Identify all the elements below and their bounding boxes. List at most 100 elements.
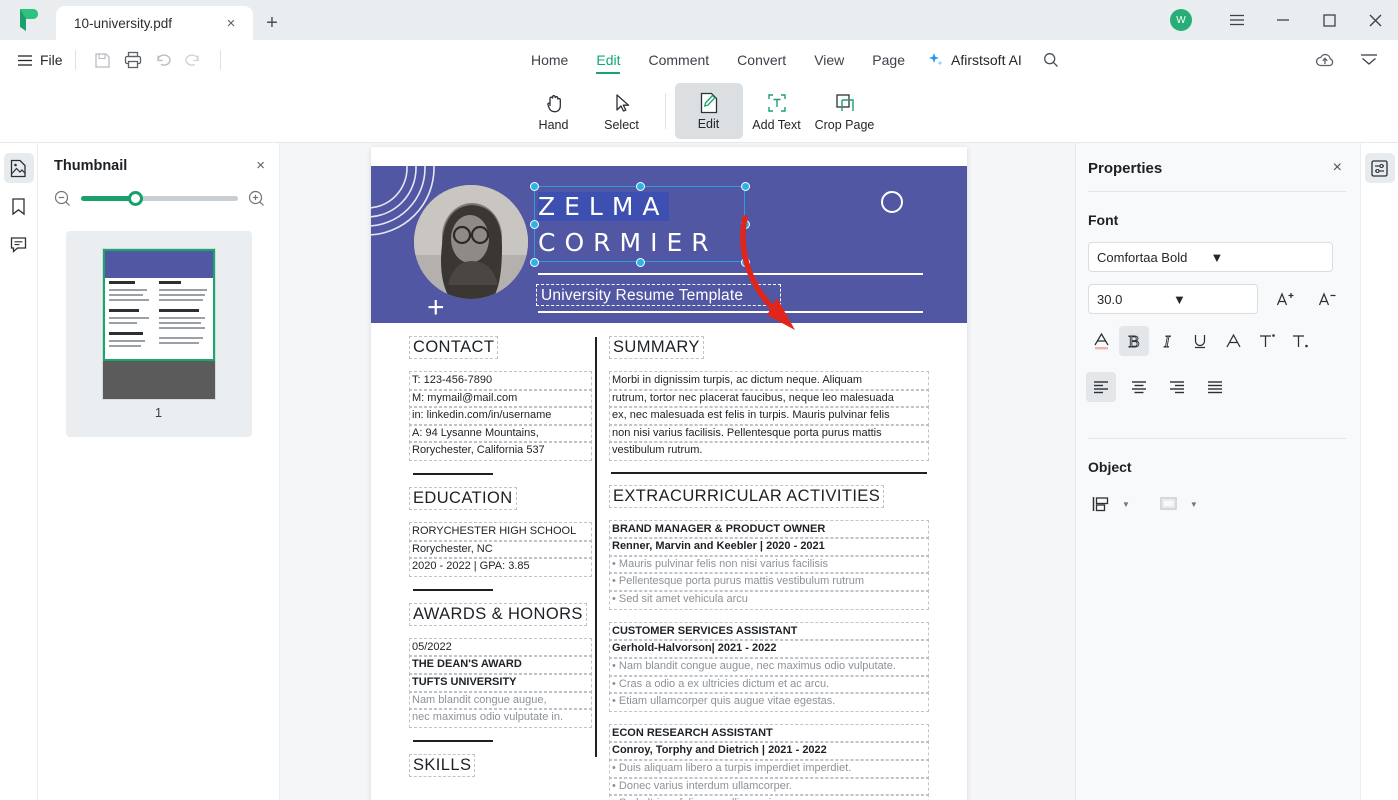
tab-comment[interactable]: Comment xyxy=(634,40,723,80)
contact-line-address-1[interactable]: A: 94 Lysanne Mountains, xyxy=(409,423,592,444)
align-left-button[interactable] xyxy=(1086,372,1116,402)
thumbnail-page-card[interactable]: 1 xyxy=(65,231,252,437)
close-window-button[interactable] xyxy=(1352,0,1398,40)
section-heading-skills[interactable]: SKILLS xyxy=(408,753,476,777)
chevron-down-icon[interactable]: ▼ xyxy=(1122,500,1130,509)
chevron-down-icon[interactable]: ▼ xyxy=(1190,500,1198,509)
slider-handle[interactable] xyxy=(128,191,144,206)
activity-2-bullet-3[interactable]: • Etiam ullamcorper quis augue vitae ege… xyxy=(609,692,929,712)
activity-3-org[interactable]: Conroy, Torphy and Dietrich | 2021 - 202… xyxy=(609,741,929,761)
increase-font-size-button[interactable] xyxy=(1270,284,1300,314)
file-menu-button[interactable]: File xyxy=(18,52,63,68)
summary-line-2[interactable]: rutrum, tortor nec placerat faucibus, ne… xyxy=(609,388,929,409)
add-text-button[interactable]: Add Text xyxy=(743,83,811,139)
pdf-page[interactable]: + ZELMA CORMIER University Resume Templa… xyxy=(371,147,967,800)
activity-2-role[interactable]: CUSTOMER SERVICES ASSISTANT xyxy=(609,621,929,642)
activity-3-role[interactable]: ECON RESEARCH ASSISTANT xyxy=(609,723,929,744)
strikethrough-button[interactable] xyxy=(1218,326,1248,356)
document-tab[interactable]: 10-university.pdf × xyxy=(56,6,253,40)
contact-line-address-2[interactable]: Rorychester, California 537 xyxy=(409,441,592,462)
superscript-button[interactable] xyxy=(1251,326,1281,356)
award-title[interactable]: THE DEAN'S AWARD xyxy=(409,655,592,676)
properties-panel-toggle[interactable] xyxy=(1364,153,1395,183)
tab-home[interactable]: Home xyxy=(517,40,582,80)
activity-3-bullet-3[interactable]: • Sed ultrices felis ac mollis maximus. xyxy=(609,794,929,800)
award-desc-2[interactable]: nec maximus odio vulputate in. xyxy=(409,708,592,728)
activity-1-org[interactable]: Renner, Marvin and Keebler | 2020 - 2021 xyxy=(609,537,929,557)
align-justify-button[interactable] xyxy=(1200,372,1230,402)
resume-name-line-1[interactable]: ZELMA xyxy=(538,192,669,221)
award-desc-1[interactable]: Nam blandit congue augue, xyxy=(409,690,592,711)
subscript-button[interactable] xyxy=(1284,326,1314,356)
resume-header-band[interactable]: + ZELMA CORMIER University Resume Templa… xyxy=(371,166,967,323)
thumbnail-page-preview[interactable] xyxy=(102,248,215,399)
section-heading-summary[interactable]: SUMMARY xyxy=(609,336,704,359)
education-dates[interactable]: 2020 - 2022 | GPA: 3.85 xyxy=(409,557,592,577)
tab-page[interactable]: Page xyxy=(858,40,919,80)
resize-handle-n[interactable] xyxy=(636,182,645,191)
sidebar-item-thumbnail[interactable] xyxy=(3,153,34,183)
summary-line-1[interactable]: Morbi in dignissim turpis, ac dictum neq… xyxy=(609,371,929,391)
activity-3-bullet-1[interactable]: • Duis aliquam libero a turpis imperdiet… xyxy=(609,758,929,779)
undo-icon[interactable] xyxy=(148,45,178,75)
resize-handle-nw[interactable] xyxy=(530,182,539,191)
sidebar-item-comment[interactable] xyxy=(4,229,34,259)
crop-page-button[interactable]: Crop Page xyxy=(811,83,879,139)
contact-line-mail[interactable]: M: mymail@mail.com xyxy=(409,388,592,409)
activity-2-org[interactable]: Gerhold-Halvorson| 2021 - 2022 xyxy=(609,639,929,659)
print-icon[interactable] xyxy=(118,45,148,75)
avatar[interactable]: W xyxy=(1170,9,1192,31)
education-school[interactable]: RORYCHESTER HIGH SCHOOL xyxy=(409,522,592,542)
activity-1-role[interactable]: BRAND MANAGER & PRODUCT OWNER xyxy=(609,519,929,540)
align-center-button[interactable] xyxy=(1124,372,1154,402)
activity-1-bullet-3[interactable]: • Sed sit amet vehicula arcu xyxy=(609,590,929,610)
close-tab-icon[interactable]: × xyxy=(221,13,241,33)
italic-button[interactable]: I xyxy=(1152,326,1182,356)
bold-button[interactable]: B xyxy=(1119,326,1149,356)
thumbnail-zoom-out-icon[interactable] xyxy=(54,190,71,207)
font-size-select[interactable]: 30.0 ▼ xyxy=(1088,284,1258,314)
close-thumbnail-panel-icon[interactable]: × xyxy=(256,157,265,174)
resume-subtitle[interactable]: University Resume Template xyxy=(541,287,743,305)
object-fill-button[interactable] xyxy=(1154,489,1184,519)
section-heading-contact[interactable]: CONTACT xyxy=(408,336,499,359)
activity-1-bullet-1[interactable]: • Mauris pulvinar felis non nisi varius … xyxy=(609,554,929,575)
contact-line-phone[interactable]: T: 123-456-7890 xyxy=(409,371,592,391)
tab-edit[interactable]: Edit xyxy=(582,40,634,80)
tab-view[interactable]: View xyxy=(800,40,858,80)
search-icon[interactable] xyxy=(1036,45,1066,75)
edit-tool-button[interactable]: Edit xyxy=(674,83,743,139)
section-heading-extracurricular[interactable]: EXTRACURRICULAR ACTIVITIES xyxy=(608,484,885,508)
font-color-button[interactable] xyxy=(1086,326,1116,356)
collapse-ribbon-icon[interactable] xyxy=(1354,45,1384,75)
maximize-button[interactable] xyxy=(1306,0,1352,40)
cloud-upload-icon[interactable] xyxy=(1310,45,1340,75)
resize-handle-s[interactable] xyxy=(636,258,645,267)
section-heading-education[interactable]: EDUCATION xyxy=(409,487,517,511)
tab-convert[interactable]: Convert xyxy=(723,40,800,80)
resize-handle-e[interactable] xyxy=(741,220,750,229)
summary-line-4[interactable]: non nisi varius facilisis. Pellentesque … xyxy=(609,423,929,444)
close-properties-icon[interactable]: × xyxy=(1333,159,1342,177)
activity-3-bullet-2[interactable]: • Donec varius interdum ullamcorper. xyxy=(609,776,929,797)
underline-button[interactable] xyxy=(1185,326,1215,356)
arrange-object-button[interactable] xyxy=(1086,489,1116,519)
decrease-font-size-button[interactable] xyxy=(1312,284,1342,314)
profile-photo[interactable] xyxy=(414,185,528,299)
afirstsoft-ai-button[interactable]: Afirstsoft AI xyxy=(928,52,1022,68)
summary-line-5[interactable]: vestibulum rutrum. xyxy=(609,441,929,462)
hand-tool-button[interactable]: Hand xyxy=(520,83,588,139)
resize-handle-se[interactable] xyxy=(741,258,750,267)
summary-line-3[interactable]: ex, nec malesuada est felis in turpis. M… xyxy=(609,406,929,426)
document-viewer[interactable]: + ZELMA CORMIER University Resume Templa… xyxy=(280,143,1075,800)
sidebar-item-bookmark[interactable] xyxy=(4,191,34,221)
new-tab-button[interactable]: + xyxy=(253,6,291,40)
thumbnail-zoom-slider[interactable] xyxy=(81,191,238,206)
activity-1-bullet-2[interactable]: • Pellentesque porta purus mattis vestib… xyxy=(609,572,929,593)
activity-2-bullet-2[interactable]: • Cras a odio a ex ultricies dictum et a… xyxy=(609,674,929,695)
align-right-button[interactable] xyxy=(1162,372,1192,402)
minimize-button[interactable] xyxy=(1260,0,1306,40)
select-tool-button[interactable]: Select xyxy=(588,83,656,139)
award-university[interactable]: TUFTS UNIVERSITY xyxy=(409,673,592,693)
font-family-select[interactable]: Comfortaa Bold ▼ xyxy=(1088,242,1333,272)
